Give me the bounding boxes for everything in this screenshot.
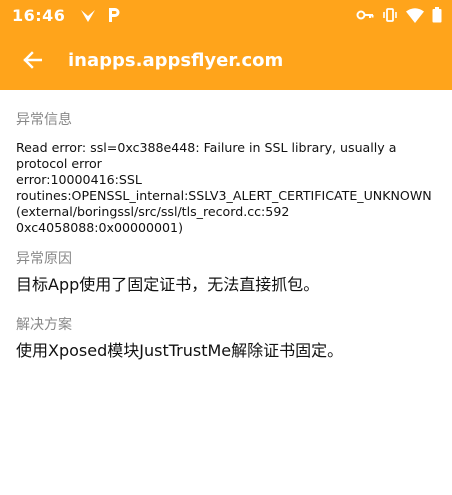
back-button[interactable]	[18, 46, 46, 74]
wifi-icon	[406, 7, 424, 23]
status-left-icons	[79, 7, 121, 23]
p-badge-icon	[109, 8, 120, 22]
solution-text: 使用Xposed模块JustTrustMe解除证书固定。	[16, 341, 344, 360]
arrow-back-icon	[23, 51, 42, 69]
cause-text: 目标App使用了固定证书，无法直接抓包。	[16, 275, 320, 294]
app-bar: inapps.appsflyer.com	[0, 30, 452, 90]
status-right-icons	[356, 7, 442, 23]
content: 异常信息 Read error: ssl=0xc388e448: Failure…	[0, 90, 452, 362]
twitter-like-bird-icon	[81, 10, 96, 22]
key-icon	[356, 10, 374, 20]
page-title: inapps.appsflyer.com	[68, 49, 284, 71]
vibrate-icon	[383, 8, 397, 22]
error-info-text: Read error: ssl=0xc388e448: Failure in S…	[16, 140, 432, 235]
solution-label: 解决方案	[16, 317, 72, 333]
cause-label: 异常原因	[16, 251, 72, 267]
status-time: 16:46	[12, 5, 66, 25]
battery-icon	[432, 7, 442, 23]
status-bar: 16:46	[0, 0, 452, 30]
error-info-label: 异常信息	[16, 112, 72, 128]
